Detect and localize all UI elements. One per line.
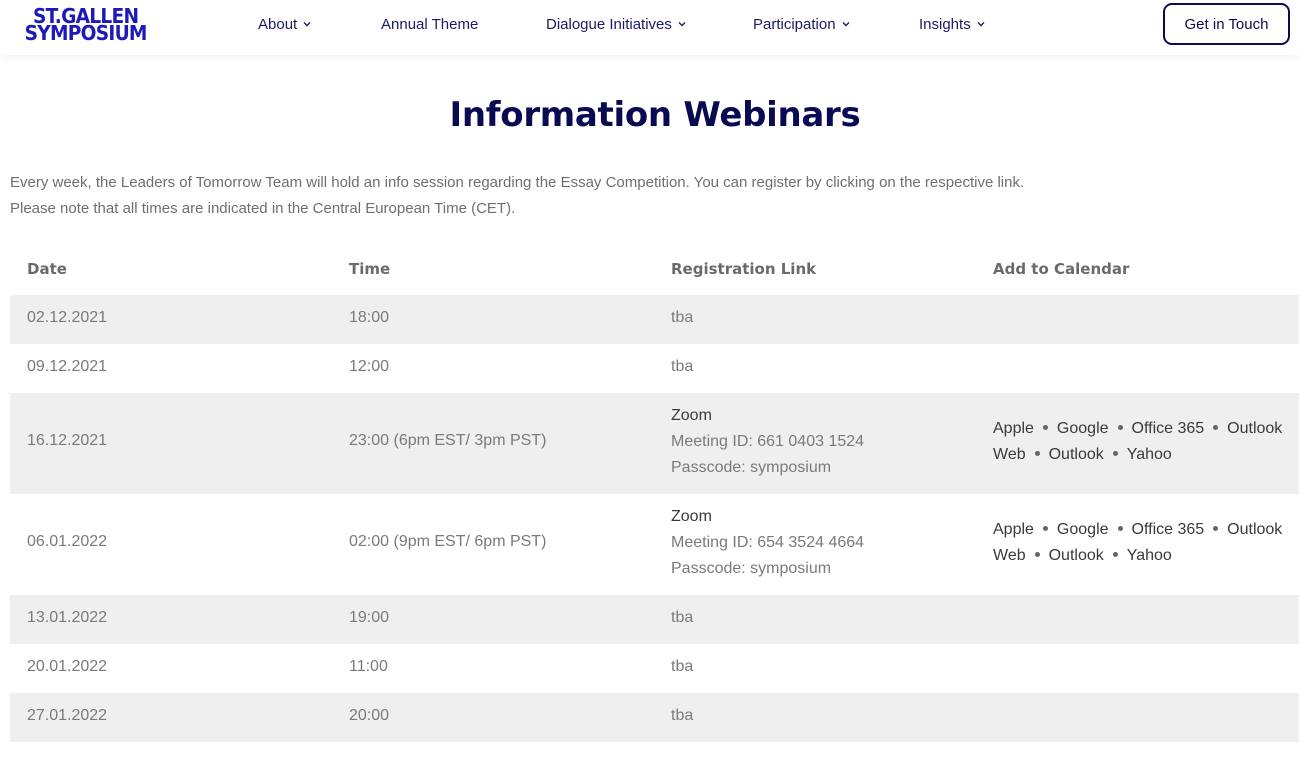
cell-registration: tba (671, 658, 694, 675)
calendar-google-link[interactable]: Google (1057, 420, 1109, 437)
outlook-web-label-1: Outlook (1227, 420, 1283, 437)
nav-dialogue-initiatives-label: Dialogue Initiatives (546, 15, 672, 33)
separator-dot-icon (1117, 425, 1123, 431)
nav-participation-label: Participation (753, 15, 836, 33)
cell-time: 18:00 (349, 309, 390, 326)
cell-date: 27.01.2022 (27, 707, 108, 724)
table-row: 13.01.2022 19:00 tba (10, 595, 1299, 644)
passcode: Passcode: symposium (671, 459, 832, 476)
calendar-outlook-web-link-cont[interactable]: Web (993, 547, 1026, 564)
calendar-links: Apple Google Office 365 Outlook Web Outlook Y… (993, 416, 1293, 468)
separator-dot-icon (1213, 425, 1219, 431)
cell-registration: Zoom Meeting ID: 661 0403 1524 Passcode:… (671, 403, 864, 481)
intro-line-1: Every week, the Leaders of Tomorrow Team… (10, 174, 1025, 191)
nav-about-label: About (258, 15, 298, 33)
cell-date: 20.01.2022 (27, 658, 108, 675)
calendar-apple-link[interactable]: Apple (993, 521, 1034, 538)
cell-registration: tba (671, 358, 694, 375)
calendar-outlook-link[interactable]: Outlook (1049, 547, 1104, 564)
table-row: 27.01.2022 20:00 tba (10, 693, 1299, 742)
calendar-google-link[interactable]: Google (1057, 521, 1109, 538)
chevron-down-icon (678, 20, 686, 28)
chevron-down-icon (303, 20, 311, 28)
zoom-link[interactable]: Zoom (671, 403, 864, 429)
separator-dot-icon (1112, 552, 1118, 558)
passcode: Passcode: symposium (671, 560, 832, 577)
cell-time: 11:00 (349, 658, 388, 675)
cell-date: 06.01.2022 (27, 533, 108, 550)
site-logo[interactable]: ST.GALLEN SYMPOSIUM (15, 6, 167, 46)
cell-date: 16.12.2021 (27, 432, 108, 449)
cell-time: 12:00 (349, 358, 390, 375)
calendar-links: Apple Google Office 365 Outlook Web Outlook Y… (993, 517, 1293, 569)
header-add-to-calendar: Add to Calendar (993, 260, 1130, 278)
table-row: 02.12.2021 18:00 tba (10, 295, 1299, 344)
nav-dialogue-initiatives[interactable]: Dialogue Initiatives (546, 14, 686, 34)
calendar-outlook-web-link[interactable]: Outlook (1227, 420, 1282, 437)
intro-line-2: Please note that all times are indicated… (10, 200, 516, 217)
separator-dot-icon (1112, 451, 1118, 457)
nav-annual-theme-label: Annual Theme (381, 15, 479, 33)
get-in-touch-button[interactable]: Get in Touch (1163, 3, 1290, 45)
separator-dot-icon (1117, 526, 1123, 532)
cell-time: 19:00 (349, 609, 390, 626)
nav-annual-theme[interactable]: Annual Theme (381, 14, 478, 34)
intro-text: Every week, the Leaders of Tomorrow Team… (10, 170, 1210, 222)
separator-dot-icon (1213, 526, 1219, 532)
nav-about[interactable]: About (258, 14, 311, 34)
separator-dot-icon (1042, 425, 1048, 431)
nav-participation[interactable]: Participation (753, 14, 850, 34)
header-date: Date (27, 260, 67, 278)
webinar-table: Date Time Registration Link Add to Calen… (10, 246, 1299, 742)
cell-date: 13.01.2022 (27, 609, 108, 626)
chevron-down-icon (977, 20, 985, 28)
table-row: 20.01.2022 11:00 tba (10, 644, 1299, 693)
outlook-web-label-1: Outlook (1227, 521, 1283, 538)
meeting-id: Meeting ID: 654 3524 4664 (671, 534, 865, 551)
zoom-link[interactable]: Zoom (671, 504, 864, 530)
cell-registration: tba (671, 309, 694, 326)
separator-dot-icon (1034, 451, 1040, 457)
calendar-office365-link[interactable]: Office 365 (1132, 521, 1205, 538)
site-header: ST.GALLEN SYMPOSIUM About Annual Theme D… (0, 0, 1300, 55)
calendar-office365-link[interactable]: Office 365 (1132, 420, 1205, 437)
cell-time: 02:00 (9pm EST/ 6pm PST) (349, 533, 547, 550)
header-registration-link: Registration Link (671, 260, 817, 278)
cell-registration: tba (671, 707, 694, 724)
separator-dot-icon (1042, 526, 1048, 532)
logo-line-2: SYMPOSIUM (24, 21, 148, 45)
cell-registration: tba (671, 609, 694, 626)
meeting-id: Meeting ID: 661 0403 1524 (671, 433, 865, 450)
page-title: Information Webinars (449, 95, 861, 135)
nav-insights-label: Insights (919, 15, 971, 33)
cell-registration: Zoom Meeting ID: 654 3524 4664 Passcode:… (671, 504, 864, 582)
header-time: Time (349, 260, 391, 278)
calendar-outlook-web-link[interactable]: Outlook (1227, 521, 1282, 538)
table-row: 16.12.2021 23:00 (6pm EST/ 3pm PST) Zoom… (10, 393, 1299, 494)
table-row: 09.12.2021 12:00 tba (10, 344, 1299, 393)
table-header-row: Date Time Registration Link Add to Calen… (10, 246, 1299, 295)
calendar-yahoo-link[interactable]: Yahoo (1127, 446, 1172, 463)
cell-time: 20:00 (349, 707, 390, 724)
table-row: 06.01.2022 02:00 (9pm EST/ 6pm PST) Zoom… (10, 494, 1299, 595)
nav-insights[interactable]: Insights (919, 14, 985, 34)
calendar-apple-link[interactable]: Apple (993, 420, 1034, 437)
cell-date: 02.12.2021 (27, 309, 108, 326)
calendar-outlook-link[interactable]: Outlook (1049, 446, 1104, 463)
calendar-yahoo-link[interactable]: Yahoo (1127, 547, 1172, 564)
separator-dot-icon (1034, 552, 1040, 558)
cell-date: 09.12.2021 (27, 358, 108, 375)
calendar-outlook-web-link-cont[interactable]: Web (993, 446, 1026, 463)
cell-time: 23:00 (6pm EST/ 3pm PST) (349, 432, 547, 449)
chevron-down-icon (842, 20, 850, 28)
